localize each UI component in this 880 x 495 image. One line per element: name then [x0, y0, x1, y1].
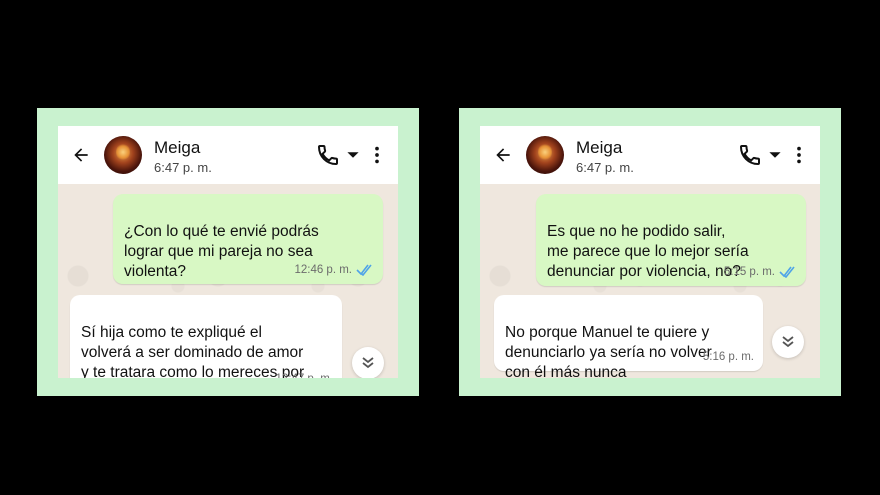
more-vert-icon[interactable]: [366, 144, 388, 166]
message-incoming[interactable]: Sí hija como te expliqué el volverá a se…: [70, 295, 342, 378]
back-button[interactable]: [480, 126, 526, 184]
chat-screen: Meiga 6:47 p. m. Es que no he podido sal…: [480, 126, 820, 378]
message-time: 5:16 p. m.: [702, 351, 754, 363]
message-outgoing[interactable]: ¿Con lo qué te envié podrás lograr que m…: [113, 194, 383, 284]
back-arrow-icon: [74, 148, 88, 162]
message-time: 12:46 p. m.: [294, 264, 352, 276]
dropdown-icon[interactable]: [768, 148, 782, 162]
message-time: 5:15 p. m.: [723, 266, 775, 278]
message-text: Sí hija como te expliqué el volverá a se…: [81, 324, 305, 378]
chat-header: Meiga 6:47 p. m.: [58, 126, 398, 184]
contact-info[interactable]: Meiga 6:47 p. m.: [154, 137, 316, 174]
avatar[interactable]: [526, 136, 564, 174]
message-text: No porque Manuel te quiere y denunciarlo…: [505, 324, 712, 378]
message-time: 12:47 p. m.: [275, 369, 333, 378]
contact-info[interactable]: Meiga 6:47 p. m.: [576, 137, 738, 174]
chat-screen: Meiga 6:47 p. m. ¿Con lo qué te envié po…: [58, 126, 398, 378]
message-outgoing[interactable]: Es que no he podido salir, me parece que…: [536, 194, 806, 286]
chat-screenshot-right: Meiga 6:47 p. m. Es que no he podido sal…: [459, 108, 841, 396]
avatar[interactable]: [104, 136, 142, 174]
more-vert-icon[interactable]: [788, 144, 810, 166]
double-check-icon: [356, 264, 372, 276]
phone-icon[interactable]: [738, 143, 762, 167]
message-text: ¿Con lo qué te envié podrás lograr que m…: [124, 223, 319, 280]
message-incoming[interactable]: No porque Manuel te quiere y denunciarlo…: [494, 295, 763, 378]
double-check-icon: [779, 266, 795, 278]
scroll-down-icon: [782, 336, 794, 348]
back-button[interactable]: [58, 126, 104, 184]
scroll-down-button[interactable]: [352, 347, 384, 378]
last-seen-time: 6:47 p. m.: [576, 159, 634, 175]
message-text: Es que no he podido salir, me parece que…: [547, 223, 749, 280]
scroll-down-button[interactable]: [772, 326, 804, 358]
phone-icon[interactable]: [316, 143, 340, 167]
chat-header: Meiga 6:47 p. m.: [480, 126, 820, 184]
scroll-down-icon: [362, 357, 374, 369]
last-seen-time: 6:47 p. m.: [154, 159, 212, 175]
back-arrow-icon: [496, 148, 510, 162]
chat-screenshot-left: Meiga 6:47 p. m. ¿Con lo qué te envié po…: [37, 108, 419, 396]
contact-name: Meiga: [154, 137, 201, 157]
contact-name: Meiga: [576, 137, 623, 157]
dropdown-icon[interactable]: [346, 148, 360, 162]
